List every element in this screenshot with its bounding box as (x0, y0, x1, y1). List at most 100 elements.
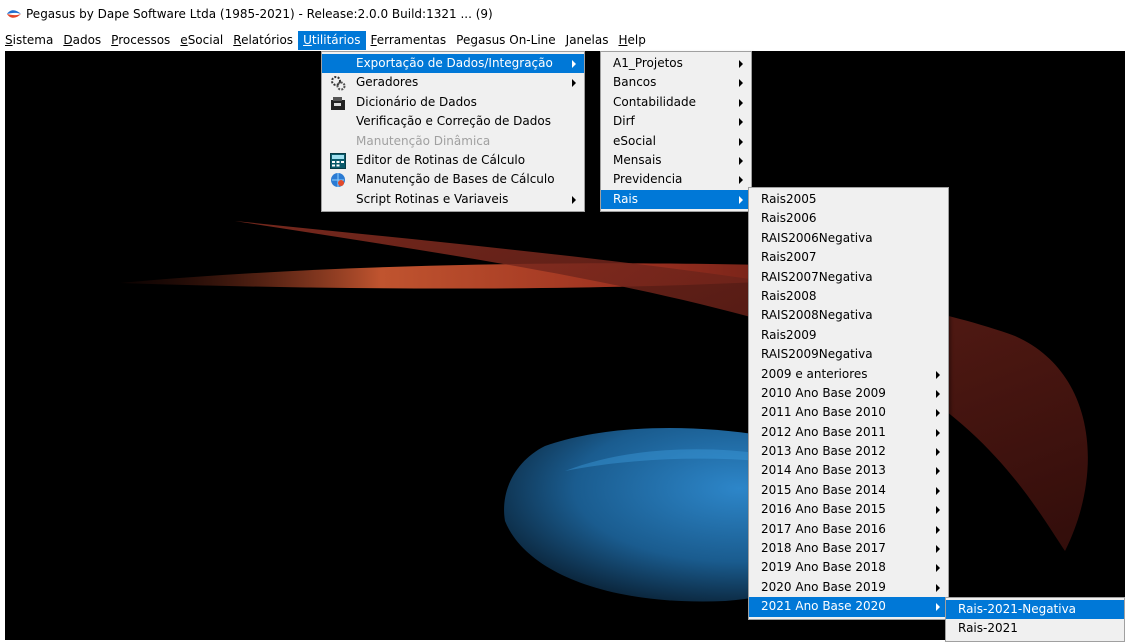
menu-help[interactable]: Help (613, 31, 650, 50)
menu-label-rest: anelas (569, 32, 609, 47)
menu-item-label: eSocial (613, 133, 656, 148)
menu-utilitarios[interactable]: Utilitários (298, 30, 366, 50)
submenu-arrow-icon (936, 409, 940, 418)
menu-item-label: 2012 Ano Base 2011 (761, 424, 886, 439)
menu-item-rais2008negativa[interactable]: RAIS2008Negativa (749, 306, 948, 325)
menu-item-label: 2016 Ano Base 2015 (761, 502, 886, 517)
menu-item-2010-ab-2009[interactable]: 2010 Ano Base 2009 (749, 384, 948, 403)
menu-item-contabilidade[interactable]: Contabilidade (601, 93, 751, 112)
menu-label-rest: rocessos (118, 32, 171, 47)
menu-item-2020-ab-2019[interactable]: 2020 Ano Base 2019 (749, 578, 948, 597)
menu-item-rais2008[interactable]: Rais2008 (749, 287, 948, 306)
menu-item-previdencia[interactable]: Previdencia (601, 170, 751, 189)
menu-accelerator: R (233, 32, 242, 47)
menu-item-editor-rotinas[interactable]: Editor de Rotinas de Cálculo (322, 151, 584, 170)
menu-label-rest: asus On-Line (477, 32, 556, 47)
menu-label-rest: istema (12, 32, 54, 47)
menu-item-label: Mensais (613, 152, 662, 167)
menu-item-verificacao[interactable]: Verificação e Correção de Dados (322, 112, 584, 131)
menu-item-exportacao[interactable]: Exportação de Dados/Integração (322, 54, 584, 74)
menu-item-script-rotinas[interactable]: Script Rotinas e Variaveis (322, 190, 584, 209)
menu-item-rais2007[interactable]: Rais2007 (749, 248, 948, 267)
menu-item-dicionario[interactable]: Dicionário de Dados (322, 93, 584, 112)
menu-item-label: 2019 Ano Base 2018 (761, 560, 886, 575)
menu-item-2014-ab-2013[interactable]: 2014 Ano Base 2013 (749, 461, 948, 480)
menu-item-2018-ab-2017[interactable]: 2018 Ano Base 2017 (749, 539, 948, 558)
menu-dados[interactable]: Dados (58, 31, 106, 50)
menu-item-manutencao-bases[interactable]: Manutenção de Bases de Cálculo (322, 170, 584, 189)
menu-item-a1-projetos[interactable]: A1_Projetos (601, 54, 751, 73)
menu-item-rais2006[interactable]: Rais2006 (749, 209, 948, 228)
menu-item-label: Manutenção de Bases de Cálculo (356, 172, 555, 187)
menu-accelerator: H (618, 32, 628, 47)
submenu-arrow-icon (936, 564, 940, 573)
menu-item-rais2007negativa[interactable]: RAIS2007Negativa (749, 268, 948, 287)
menu-item-rais2009[interactable]: Rais2009 (749, 326, 948, 345)
submenu-arrow-icon (936, 389, 940, 398)
menu-item-label: 2017 Ano Base 2016 (761, 521, 886, 536)
menu-esocial[interactable]: eSocial (175, 31, 228, 50)
menu-accelerator: S (5, 32, 13, 47)
menu-accelerator: g (470, 32, 478, 47)
menu-item-2009-anteriores[interactable]: 2009 e anteriores (749, 365, 948, 384)
submenu-arrow-icon (936, 583, 940, 592)
menu-item-label: Previdencia (613, 172, 683, 187)
menu-item-esocial[interactable]: eSocial (601, 132, 751, 151)
menu-ferramentas[interactable]: Ferramentas (366, 31, 452, 50)
submenu-arrow-icon (572, 60, 576, 68)
submenu-arrow-icon (739, 60, 743, 68)
menu-item-geradores[interactable]: Geradores (322, 73, 584, 92)
menu-item-label: Dirf (613, 114, 635, 129)
menu-item-rais-2021-negativa[interactable]: Rais-2021-Negativa (946, 600, 1124, 620)
menu-item-label: Geradores (356, 75, 419, 90)
menu-item-2016-ab-2015[interactable]: 2016 Ano Base 2015 (749, 500, 948, 519)
menu-pegasus-online[interactable]: Pegasus On-Line (451, 31, 561, 50)
menu-item-rais2006negativa[interactable]: RAIS2006Negativa (749, 229, 948, 248)
menu-item-label: Rais (613, 191, 639, 206)
menu-item-label: 2011 Ano Base 2010 (761, 405, 886, 420)
menu-relatorios[interactable]: Relatórios (228, 31, 298, 50)
menu-item-label: 2015 Ano Base 2014 (761, 482, 886, 497)
menu-item-rais2005[interactable]: Rais2005 (749, 190, 948, 209)
menu-item-label: 2020 Ano Base 2019 (761, 579, 886, 594)
menu-label-rest: erramentas (376, 32, 447, 47)
menu-item-label: 2021 Ano Base 2020 (761, 599, 886, 614)
menu-item-2019-ab-2018[interactable]: 2019 Ano Base 2018 (749, 558, 948, 577)
menu-item-bancos[interactable]: Bancos (601, 73, 751, 92)
menu-item-2012-ab-2011[interactable]: 2012 Ano Base 2011 (749, 423, 948, 442)
submenu-arrow-icon (572, 79, 576, 88)
menu-sistema[interactable]: Sistema (0, 31, 58, 50)
menu-item-label: A1_Projetos (613, 56, 683, 70)
submenu-arrow-icon (936, 603, 940, 612)
menu-item-2017-ab-2016[interactable]: 2017 Ano Base 2016 (749, 520, 948, 539)
menu-item-2021-ab-2020[interactable]: 2021 Ano Base 2020 (749, 597, 948, 617)
menu-item-label: 2013 Ano Base 2012 (761, 444, 886, 459)
menu-item-manutencao-dinamica: Manutenção Dinâmica (322, 132, 584, 151)
menu-item-rais[interactable]: Rais (601, 189, 751, 210)
menu-item-label: Rais2005 (761, 192, 817, 206)
menu-item-2015-ab-2014[interactable]: 2015 Ano Base 2014 (749, 481, 948, 500)
submenu-arrow-icon (739, 176, 743, 185)
menu-item-2013-ab-2012[interactable]: 2013 Ano Base 2012 (749, 442, 948, 461)
menu-item-label: Verificação e Correção de Dados (356, 114, 551, 129)
menu-item-rais2009negativa[interactable]: RAIS2009Negativa (749, 345, 948, 364)
submenu-arrow-icon (936, 506, 940, 515)
menu-item-label: Bancos (613, 75, 657, 90)
rais-2021-submenu: Rais-2021-Negativa Rais-2021 (945, 597, 1125, 642)
menu-label-rest: elatórios (241, 32, 294, 47)
submenu-arrow-icon (936, 525, 940, 534)
menu-processos[interactable]: Processos (106, 31, 175, 50)
menu-item-label: Rais2008 (761, 288, 817, 303)
submenu-arrow-icon (739, 98, 743, 107)
menu-item-mensais[interactable]: Mensais (601, 151, 751, 170)
gears-icon (330, 75, 346, 91)
menu-janelas[interactable]: Janelas (561, 31, 614, 50)
menu-label-rest: elp (627, 32, 646, 47)
submenu-arrow-icon (572, 195, 576, 204)
menu-item-rais-2021[interactable]: Rais-2021 (946, 619, 1124, 638)
globe-person-icon (330, 172, 346, 188)
submenu-arrow-icon (739, 137, 743, 146)
menu-item-2011-ab-2010[interactable]: 2011 Ano Base 2010 (749, 403, 948, 422)
menu-item-dirf[interactable]: Dirf (601, 112, 751, 131)
menu-item-label: 2018 Ano Base 2017 (761, 541, 886, 556)
